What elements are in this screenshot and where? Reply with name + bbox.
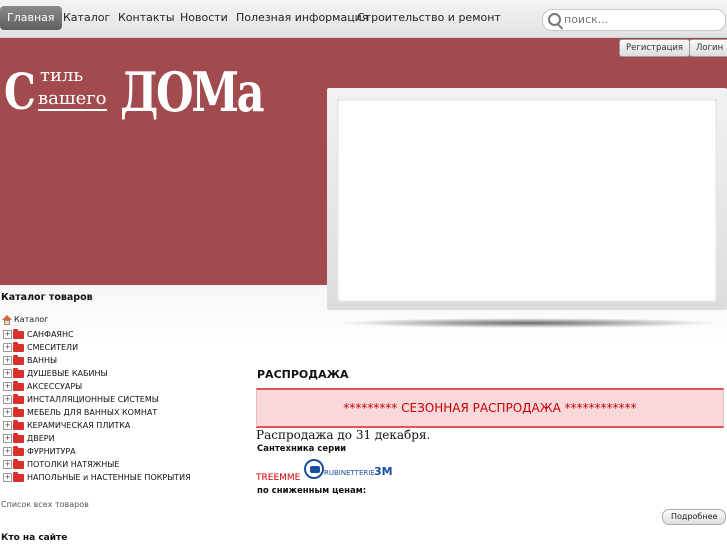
tree-item-label: СМЕСИТЕЛИ [27,343,79,352]
top-navigation: Главная Каталог Контакты Новости Полезна… [0,0,727,38]
all-goods-link[interactable]: Список всех товаров [1,500,89,509]
expand-icon[interactable]: + [3,330,12,339]
logo-text-home: ДОМа [120,60,265,124]
register-button[interactable]: Регистрация [619,39,690,57]
slideshow-screen[interactable] [337,99,717,302]
nav-contacts[interactable]: Контакты [111,6,182,30]
tree-item[interactable]: + ПОТОЛКИ НАТЯЖНЫЕ [3,458,191,471]
logo-text-your: вашего [38,88,107,111]
tree-item[interactable]: + КЕРАМИЧЕСКАЯ ПЛИТКА [3,419,191,432]
who-online-title: Кто на сайте [1,533,68,543]
search-box [542,9,726,31]
nav-catalog[interactable]: Каталог [56,6,117,30]
folder-icon [13,432,24,443]
folder-icon [13,471,24,482]
logo-text-style: тиль [40,65,84,86]
treemme-link[interactable]: TREEMME [256,473,300,483]
search-icon[interactable] [548,13,561,26]
tree-item[interactable]: + ФУРНИТУРА [3,445,191,458]
tree-item[interactable]: + МЕБЕЛЬ ДЛЯ ВАННЫХ КОМНАТ [3,406,191,419]
expand-icon[interactable]: + [3,356,12,365]
tree-item[interactable]: + ИНСТАЛЛЯЦИОННЫЕ СИСТЕМЫ [3,393,191,406]
tree-item-label: КЕРАМИЧЕСКАЯ ПЛИТКА [27,421,131,430]
folder-icon [13,380,24,391]
expand-icon[interactable]: + [3,460,12,469]
tree-item[interactable]: + ДУШЕВЫЕ КАБИНЫ [3,367,191,380]
more-button[interactable]: Подробнее [662,509,727,525]
tree-item-label: ПОТОЛКИ НАТЯЖНЫЕ [27,460,120,469]
tree-item-label: ВАННЫ [27,356,58,365]
folder-icon [13,367,24,378]
tree-item[interactable]: + СМЕСИТЕЛИ [3,341,191,354]
catalog-tree: + САНФАЯНС + СМЕСИТЕЛИ + ВАННЫ + ДУШЕВЫЕ КАБ… [3,328,191,484]
tree-item[interactable]: + ДВЕРИ [3,432,191,445]
tree-item[interactable]: + НАПОЛЬНЫЕ и НАСТЕННЫЕ ПОКРЫТИЯ [3,471,191,484]
tree-item-label: МЕБЕЛЬ ДЛЯ ВАННЫХ КОМНАТ [27,408,158,417]
tree-item-label: ДВЕРИ [27,434,55,443]
faucet-icon [304,459,324,479]
tree-item-label: АКСЕССУАРЫ [27,382,83,391]
catalog-root-label: Каталог [14,315,49,324]
folder-icon [13,419,24,430]
catalog-title: Каталог товаров [1,292,93,303]
home-icon [2,314,12,325]
rubinetterie-text: RUBINETTERIE [324,469,375,477]
lower-price-text: по сниженным ценам: [257,486,367,496]
expand-icon[interactable]: + [3,447,12,456]
nav-construction[interactable]: Строительство и ремонт [350,6,508,30]
site-logo[interactable]: С тиль вашего ДОМа [0,60,265,130]
folder-icon [13,354,24,365]
tree-item[interactable]: + САНФАЯНС [3,328,191,341]
catalog-root[interactable]: Каталог [2,314,48,326]
expand-icon[interactable]: + [3,421,12,430]
expand-icon[interactable]: + [3,343,12,352]
expand-icon[interactable]: + [3,408,12,417]
tree-item[interactable]: + АКСЕССУАРЫ [3,380,191,393]
slideshow-shadow [338,318,718,328]
login-button[interactable]: Логин [689,39,727,57]
tree-item-label: НАПОЛЬНЫЕ и НАСТЕННЫЕ ПОКРЫТИЯ [27,473,191,482]
sale-until-text: Распродажа до 31 декабря. [256,428,431,442]
rubinetterie-logo[interactable]: RUBINETTERIE 3M [304,457,396,485]
folder-icon [13,458,24,469]
folder-icon [13,341,24,352]
plumbing-series-text: Сантехника серии [257,444,347,454]
expand-icon[interactable]: + [3,473,12,482]
search-input[interactable] [564,11,714,27]
logo-letter-s: С [4,62,36,121]
tree-item-label: САНФАЯНС [27,330,74,339]
expand-icon[interactable]: + [3,382,12,391]
expand-icon[interactable]: + [3,369,12,378]
nav-home[interactable]: Главная [0,6,62,30]
tree-item-label: ФУРНИТУРА [27,447,76,456]
folder-icon [13,406,24,417]
tree-item[interactable]: + ВАННЫ [3,354,191,367]
expand-icon[interactable]: + [3,434,12,443]
tree-item-label: ИНСТАЛЛЯЦИОННЫЕ СИСТЕМЫ [27,395,159,404]
folder-icon [13,445,24,456]
page-title: РАСПРОДАЖА [257,368,349,381]
nav-news[interactable]: Новости [173,6,235,30]
sale-banner: ********* СЕЗОННАЯ РАСПРОДАЖА **********… [256,388,724,428]
folder-icon [13,393,24,404]
rubinetterie-3m-text: 3M [374,465,393,478]
folder-icon [13,328,24,339]
tree-item-label: ДУШЕВЫЕ КАБИНЫ [27,369,108,378]
expand-icon[interactable]: + [3,395,12,404]
sale-banner-text: ********* СЕЗОННАЯ РАСПРОДАЖА **********… [343,401,637,415]
